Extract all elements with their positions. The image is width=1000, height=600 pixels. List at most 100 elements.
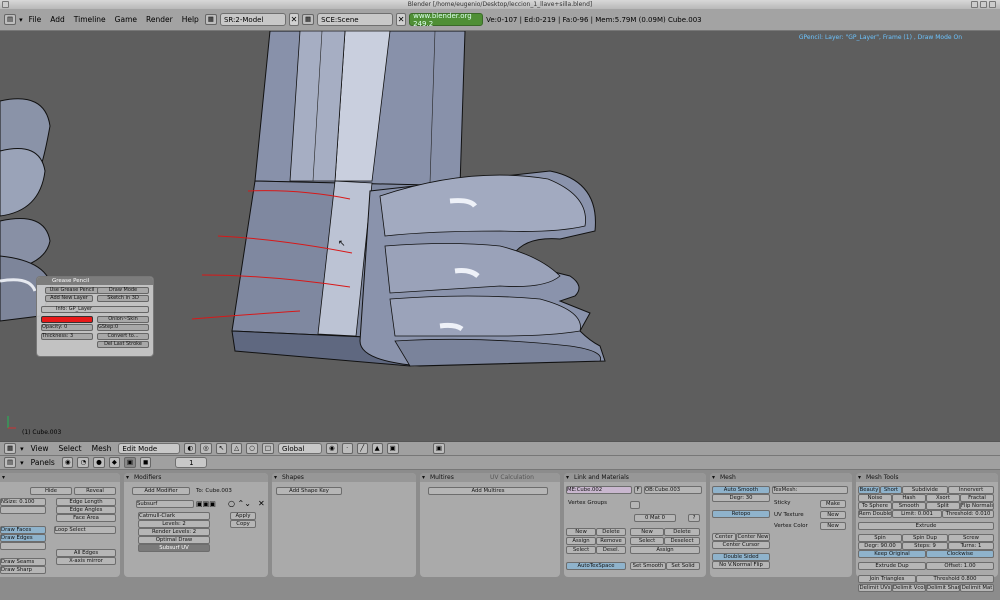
vertex-color-new-button[interactable]: New [820,522,846,530]
thickness-slider[interactable]: Thickness: 3 [41,333,93,340]
limit-field[interactable]: Limit: 0.001 [892,510,942,518]
hash-button[interactable]: Hash [892,494,926,502]
vgroup-delete-button[interactable]: Delete [596,528,626,536]
material-delete-button[interactable]: Delete [664,528,700,536]
auto-smooth-toggle[interactable]: Auto Smooth [712,486,770,494]
edge-length-toggle[interactable]: Edge Length [56,498,116,506]
edge-select-icon[interactable]: ╱ [356,443,368,454]
spin-degree-field[interactable]: Degr: 90.00 [858,542,902,550]
logic-icon[interactable]: ◉ [61,457,74,468]
menu-game[interactable]: Game [112,9,140,31]
mesh-tools-panel-title[interactable]: Mesh Tools [856,473,998,482]
scene-icon[interactable]: ◼ [139,457,152,468]
uv-texture-new-button[interactable]: New [820,511,846,519]
modifier-move-icons[interactable]: ○ ⌃⌄ [228,499,251,508]
scale-icon[interactable]: □ [261,443,274,454]
spin-button[interactable]: Spin [858,534,902,542]
sticky-make-button[interactable]: Make [820,500,846,508]
add-new-layer-button[interactable]: Add New Layer [45,295,93,302]
scene-field[interactable]: SCE:Scene [317,13,394,26]
render-levels-field[interactable]: Render Levels: 2 [138,528,210,536]
menu-render[interactable]: Render [143,9,176,31]
offset-field[interactable]: Offset: 1.00 [926,562,994,570]
mesh-datablock-field[interactable]: ME:Cube.002 [566,486,632,494]
object-icon[interactable]: ◆ [108,457,120,468]
add-multires-button[interactable]: Add Multires [428,487,548,495]
layer-info-field[interactable]: Info: GP_Layer [41,306,149,313]
clockwise-toggle[interactable]: Clockwise [926,550,994,558]
fractal-button[interactable]: Fractal [960,494,994,502]
draw-sharp-toggle[interactable]: Draw Sharp [0,566,46,574]
collapse-menu-icon[interactable]: ▾ [19,16,23,24]
subdivision-type-select[interactable]: Catmull-Clark [138,512,210,520]
vertex-select-icon[interactable]: · [341,443,353,454]
remove-modifier-icon[interactable]: ✕ [258,499,265,508]
layer-color-swatch[interactable] [41,316,93,323]
orientation-select[interactable]: Global [278,443,322,454]
innervert-button[interactable]: Innervert [948,486,994,494]
proportional-icon[interactable]: ◉ [326,443,338,454]
delimit-vcol-toggle[interactable]: Delimit Vcol [892,584,926,592]
maximize-icon[interactable] [980,1,987,8]
hide-button[interactable]: Hide [30,487,72,495]
no-v-normal-flip-toggle[interactable]: No V.Normal Flip [712,561,770,569]
face-select-icon[interactable]: ▲ [371,443,383,454]
add-modifier-button[interactable]: Add Modifier [132,487,190,495]
blank-toggle-1[interactable] [0,506,46,514]
shading-icon[interactable]: ● [93,457,105,468]
extrude-dup-button[interactable]: Extrude Dup [858,562,926,570]
onion-skin-toggle[interactable]: Onion~Skin [97,316,149,323]
delete-scene-icon[interactable]: ✕ [396,13,407,26]
menu-select[interactable]: Select [55,441,84,456]
rotate-icon[interactable]: ○ [246,443,258,454]
use-grease-pencil-toggle[interactable]: Use Grease Pencil [45,287,99,294]
vertex-group-browse[interactable] [630,501,640,509]
draw-mode-toggle[interactable]: Draw Mode [97,287,149,294]
flip-normals-button[interactable]: Flip Normals [960,502,994,510]
copy-button[interactable]: Copy [230,520,256,528]
material-index-field[interactable]: 0 Mat 0 [634,514,676,522]
material-deselect-button[interactable]: Deselect [664,537,700,545]
vgroup-assign-button[interactable]: Assign [566,537,596,545]
frame-field[interactable]: 1 [175,457,208,468]
auto-tex-space-toggle[interactable]: AutoTexSpace [566,562,626,570]
vgroup-deselect-button[interactable]: Desel. [596,546,626,554]
all-edges-toggle[interactable]: All Edges [56,549,116,557]
to-sphere-button[interactable]: To Sphere [858,502,892,510]
apply-button[interactable]: Apply [230,512,256,520]
screen-browse-icon[interactable]: ▦ [204,14,217,25]
delimit-sharp-toggle[interactable]: Delimit Sharp [926,584,960,592]
center-new-button[interactable]: Center New [736,533,770,541]
uv-calculation-tab[interactable]: UV Calculation [490,473,534,482]
grease-pencil-title[interactable]: Grease Pencil [37,277,153,285]
material-assign-button[interactable]: Assign [630,546,700,554]
set-smooth-button[interactable]: Set Smooth [630,562,666,570]
modifiers-panel-title[interactable]: Modifiers [124,473,268,482]
center-button[interactable]: Center [712,533,736,541]
manipulator-icon[interactable]: ↖ [215,443,228,454]
subsurf-modifier-name[interactable]: Subsurf [136,500,194,508]
steps-field[interactable]: Steps: 9 [902,542,948,550]
mesh-panel-title[interactable]: Mesh [710,473,852,482]
screw-button[interactable]: Screw [948,534,994,542]
editor-type-icon-2[interactable]: ▤ [4,457,17,468]
shapes-panel-title[interactable]: Shapes [272,473,416,482]
face-area-toggle[interactable]: Face Area [56,514,116,522]
delete-screen-icon[interactable]: ✕ [288,13,299,26]
retopo-toggle[interactable]: Retopo [712,510,770,518]
menu-panels[interactable]: Panels [28,456,58,470]
split-button[interactable]: Split [926,502,960,510]
x-axis-mirror-toggle[interactable]: X-axis mirror [56,557,116,565]
menu-timeline[interactable]: Timeline [71,9,109,31]
keep-original-toggle[interactable]: Keep Original [858,550,926,558]
vgroup-select-button[interactable]: Select [566,546,596,554]
beauty-toggle[interactable]: Beauty [858,486,880,494]
loop-select-menu[interactable]: Loop Select [54,526,116,534]
window-menu-icon[interactable] [2,1,9,8]
delimit-uvs-toggle[interactable]: Delimit UVs [858,584,892,592]
window-type-icon[interactable]: ▤ [4,14,17,25]
website-link[interactable]: www.blender.org 249.2 [409,12,484,28]
xsort-button[interactable]: Xsort [926,494,960,502]
collapse-icon[interactable]: ▾ [20,445,24,453]
modifier-display-icons[interactable]: ▣▣▣ [196,500,216,508]
